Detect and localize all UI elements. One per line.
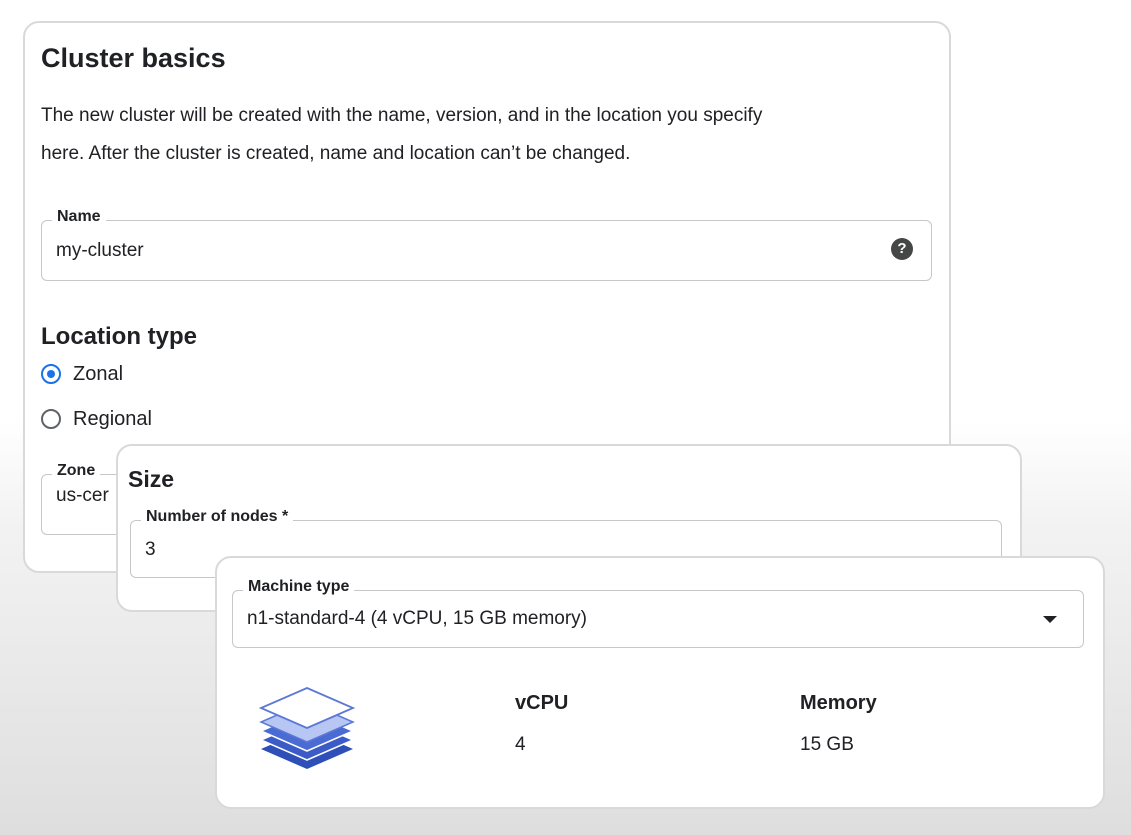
cluster-basics-title: Cluster basics — [41, 43, 226, 73]
radio-zonal-label: Zonal — [73, 362, 124, 385]
machine-type-label: Machine type — [243, 578, 355, 596]
name-field-value[interactable]: my-cluster — [56, 240, 144, 262]
machine-type-value[interactable]: n1-standard-4 (4 vCPU, 15 GB memory) — [247, 608, 587, 630]
name-field-label: Name — [52, 208, 106, 226]
cluster-basics-description-line2: here. After the cluster is created, name… — [41, 143, 631, 164]
number-of-nodes-label: Number of nodes * — [141, 508, 294, 526]
size-title: Size — [128, 466, 175, 492]
layers-stack-icon — [258, 687, 356, 769]
dropdown-arrow-icon[interactable] — [1043, 616, 1057, 623]
radio-unchecked-icon[interactable] — [41, 409, 61, 429]
memory-label: Memory — [800, 692, 877, 714]
location-type-title: Location type — [41, 323, 198, 350]
radio-checked-icon[interactable] — [41, 364, 61, 384]
zone-field-value[interactable]: us-cer — [56, 485, 109, 507]
zone-field-label: Zone — [52, 462, 101, 480]
vcpu-label: vCPU — [515, 692, 569, 714]
radio-regional-label: Regional — [73, 407, 152, 430]
help-icon[interactable]: ? — [891, 238, 913, 260]
vcpu-value: 4 — [515, 734, 526, 755]
name-field[interactable]: Name my-cluster ? — [41, 208, 932, 281]
machine-type-card: Machine type n1-standard-4 (4 vCPU, 15 G… — [215, 556, 1105, 809]
radio-zonal[interactable]: Zonal — [41, 359, 123, 389]
machine-type-select[interactable]: Machine type n1-standard-4 (4 vCPU, 15 G… — [232, 578, 1084, 648]
cluster-basics-description-line1: The new cluster will be created with the… — [41, 105, 763, 126]
radio-regional[interactable]: Regional — [41, 404, 152, 434]
number-of-nodes-value[interactable]: 3 — [145, 539, 156, 561]
memory-value: 15 GB — [800, 734, 854, 755]
